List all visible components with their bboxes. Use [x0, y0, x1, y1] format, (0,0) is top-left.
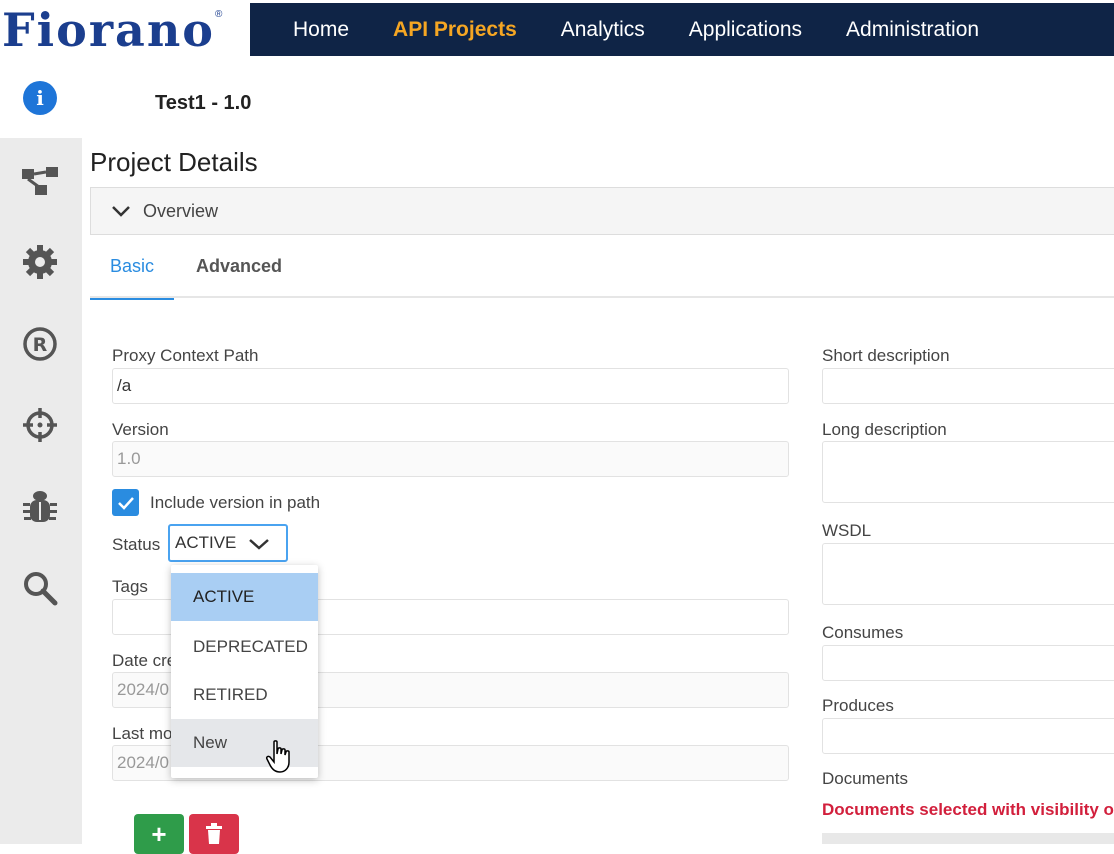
- tags-label: Tags: [112, 577, 148, 596]
- trash-icon: [206, 823, 222, 844]
- bug-icon[interactable]: [20, 487, 60, 527]
- delete-button[interactable]: [189, 814, 239, 854]
- search-icon[interactable]: [20, 568, 60, 608]
- fiorano-logo[interactable]: Fiorano ®: [0, 3, 250, 56]
- info-icon[interactable]: i: [20, 78, 60, 118]
- top-bar: Fiorano ® Home API Projects Analytics Ap…: [0, 0, 1114, 56]
- overview-panel-header[interactable]: Overview: [90, 187, 1114, 235]
- consumes-input[interactable]: [822, 645, 1114, 681]
- wsdl-textarea[interactable]: [822, 543, 1114, 605]
- nav-administration[interactable]: Administration: [846, 18, 979, 42]
- last-modified-label: Last mo: [112, 724, 173, 743]
- nav-applications[interactable]: Applications: [689, 18, 802, 42]
- gear-icon[interactable]: [20, 242, 60, 282]
- nav-analytics[interactable]: Analytics: [561, 18, 645, 42]
- chevron-down-icon: [112, 206, 130, 217]
- version-label: Version: [112, 420, 169, 439]
- flow-icon[interactable]: [20, 160, 60, 200]
- overview-label: Overview: [143, 200, 219, 221]
- status-label: Status: [112, 535, 161, 554]
- status-option-retired[interactable]: RETIRED: [171, 671, 318, 719]
- nav-home[interactable]: Home: [293, 18, 349, 42]
- short-description-label: Short description: [822, 346, 950, 365]
- sidebar: i R: [0, 56, 82, 844]
- status-option-new[interactable]: New: [171, 719, 318, 767]
- produces-input[interactable]: [822, 718, 1114, 754]
- short-description-input[interactable]: [822, 368, 1114, 404]
- status-select-value: ACTIVE: [175, 533, 237, 552]
- status-option-deprecated[interactable]: DEPRECATED: [171, 623, 318, 671]
- logo-text: Fiorano: [2, 2, 215, 57]
- include-version-checkbox[interactable]: [112, 489, 139, 516]
- status-option-active[interactable]: ACTIVE: [171, 573, 318, 621]
- long-description-label: Long description: [822, 420, 947, 439]
- tab-bar: Basic Advanced: [90, 235, 1114, 300]
- consumes-label: Consumes: [822, 623, 904, 642]
- tab-basic[interactable]: Basic: [90, 235, 174, 300]
- nav-api-projects[interactable]: API Projects: [393, 18, 517, 42]
- date-created-label: Date cre: [112, 651, 177, 670]
- proxy-context-path-label: Proxy Context Path: [112, 346, 259, 365]
- hand-cursor-icon: [266, 740, 290, 773]
- tab-advanced[interactable]: Advanced: [196, 235, 282, 298]
- logo-registered-mark: ®: [214, 9, 223, 20]
- documents-warning: Documents selected with visibility o: [822, 800, 1114, 819]
- page-title: Project Details: [90, 147, 258, 177]
- version-input[interactable]: 1.0: [112, 441, 789, 477]
- checkmark-icon: [117, 496, 134, 510]
- plus-icon: +: [151, 818, 167, 849]
- wsdl-label: WSDL: [822, 521, 872, 540]
- crosshair-icon[interactable]: [20, 405, 60, 445]
- project-title: Test1 - 1.0: [155, 92, 252, 114]
- status-dropdown-menu: ACTIVE DEPRECATED RETIRED New: [171, 565, 318, 778]
- status-select[interactable]: ACTIVE: [168, 524, 288, 562]
- documents-label: Documents: [822, 769, 908, 788]
- add-button[interactable]: +: [134, 814, 184, 854]
- main-nav: Home API Projects Analytics Applications…: [250, 3, 1114, 56]
- include-version-label: Include version in path: [150, 493, 321, 512]
- proxy-context-path-input[interactable]: /a: [112, 368, 789, 404]
- registered-icon[interactable]: R: [20, 324, 60, 364]
- documents-table-header: [822, 833, 1114, 844]
- produces-label: Produces: [822, 696, 894, 715]
- chevron-down-icon: [249, 539, 269, 550]
- long-description-textarea[interactable]: [822, 441, 1114, 503]
- svg-text:R: R: [33, 334, 48, 356]
